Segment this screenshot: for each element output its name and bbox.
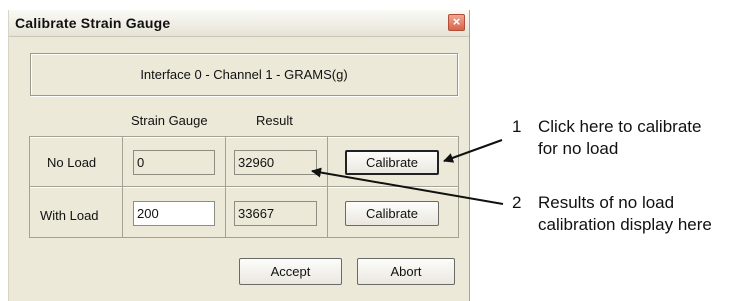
annotation-2-line2: calibration display here — [538, 215, 712, 234]
annotation-1-line2: for no load — [538, 139, 619, 158]
channel-info-text: Interface 0 - Channel 1 - GRAMS(g) — [140, 67, 348, 82]
dialog-title: Calibrate Strain Gauge — [15, 15, 171, 31]
no-load-calibrate-button[interactable]: Calibrate — [345, 150, 439, 175]
annotation-1-number: 1 — [512, 117, 522, 136]
annotation-2: 2 Results of no load calibration display … — [512, 192, 712, 236]
annotation-2-number: 2 — [512, 193, 522, 212]
with-load-calibrate-button[interactable]: Calibrate — [345, 201, 439, 226]
grid-bottom — [29, 237, 459, 238]
grid-middle-hl — [29, 187, 459, 188]
no-load-label: No Load — [47, 155, 97, 170]
strain-gauge-column-header: Strain Gauge — [131, 113, 208, 128]
accept-button[interactable]: Accept — [239, 258, 342, 285]
no-load-strain-gauge-field: 0 — [133, 150, 215, 175]
annotation-1: 1 Click here to calibrate for no load — [512, 116, 701, 160]
grid-col-3 — [327, 136, 328, 238]
no-load-result-field: 32960 — [234, 150, 317, 175]
grid-col-1 — [122, 136, 123, 238]
close-icon[interactable]: × — [448, 14, 465, 31]
result-column-header: Result — [256, 113, 293, 128]
grid-col-0 — [29, 136, 30, 238]
annotation-1-line1: Click here to calibrate — [538, 117, 702, 136]
calibrate-dialog: Calibrate Strain Gauge × Interface 0 - C… — [8, 10, 470, 301]
grid-col-4 — [458, 136, 459, 238]
with-load-result-field: 33667 — [234, 201, 317, 226]
abort-button[interactable]: Abort — [357, 258, 455, 285]
channel-info-box: Interface 0 - Channel 1 - GRAMS(g) — [30, 53, 458, 96]
annotation-2-line1: Results of no load — [538, 193, 675, 212]
grid-col-2 — [225, 136, 226, 238]
with-load-label: With Load — [40, 208, 99, 223]
grid-top-hl — [29, 137, 459, 138]
title-bar: Calibrate Strain Gauge × — [9, 10, 469, 37]
with-load-strain-gauge-input[interactable]: 200 — [133, 201, 215, 226]
